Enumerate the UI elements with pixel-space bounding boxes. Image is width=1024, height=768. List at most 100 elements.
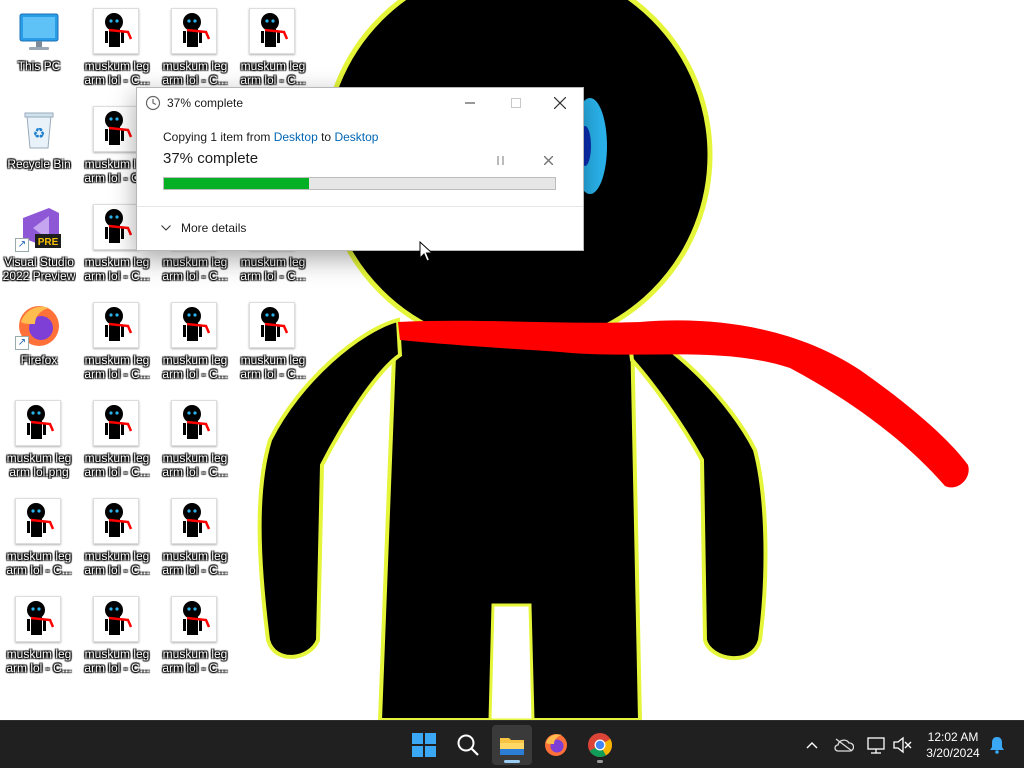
image-thumbnail: [171, 8, 219, 56]
desktop-icon-image-file[interactable]: muskum leg arm lol.png: [2, 396, 76, 486]
file-explorer-button[interactable]: [492, 725, 532, 765]
maximize-icon: [511, 98, 521, 108]
image-thumbnail-preview: [93, 498, 139, 544]
progress-status: 37% complete: [163, 150, 259, 167]
desktop-icon-label: muskum leg arm lol - C...: [162, 647, 228, 675]
image-thumbnail-preview: [93, 302, 139, 348]
image-thumbnail: [15, 596, 63, 644]
desktop-icon-label: This PC: [17, 59, 61, 73]
desktop-icon-image-file[interactable]: muskum leg arm lol - C...: [80, 592, 154, 682]
desktop-icon-image-file[interactable]: muskum leg arm lol - C...: [80, 4, 154, 94]
clock-time: 12:02 AM: [927, 730, 979, 744]
desktop-icon-visual-studio[interactable]: PRE ↗ Visual Studio 2022 Preview: [2, 200, 76, 290]
image-thumbnail: [93, 204, 141, 252]
image-thumbnail-preview: [93, 596, 139, 642]
image-thumbnail: [249, 302, 297, 350]
image-thumbnail: [93, 302, 141, 350]
desktop-icon-firefox[interactable]: ↗ Firefox: [2, 298, 76, 388]
desktop-icon-image-file[interactable]: muskum leg arm lol - C...: [158, 298, 232, 388]
show-hidden-icons-button[interactable]: [800, 733, 824, 757]
taskbar-clock[interactable]: 12:02 AM 3/20/2024: [918, 729, 988, 761]
file-explorer-icon: [500, 738, 524, 755]
image-thumbnail-preview: [171, 8, 217, 54]
desktop-icon-label: muskum leg arm lol - C...: [6, 549, 72, 577]
image-thumbnail: [15, 498, 63, 546]
divider: [137, 206, 583, 207]
mouse-cursor-icon: [419, 241, 433, 262]
image-thumbnail: [93, 596, 141, 644]
image-thumbnail: [93, 106, 141, 154]
notifications-button[interactable]: [985, 733, 1009, 757]
progress-bar-fill: [164, 178, 309, 189]
desktop-icon-recycle-bin[interactable]: ♻ Recycle Bin: [2, 102, 76, 192]
desktop-icon-label: Visual Studio 2022 Preview: [2, 255, 76, 283]
destination-link[interactable]: Desktop: [334, 130, 378, 144]
desktop-icon-label: muskum leg arm lol.png: [6, 451, 72, 479]
desktop-icon-image-file[interactable]: muskum leg arm lol - C...: [158, 4, 232, 94]
desktop-icon-image-file[interactable]: muskum leg arm lol - C...: [158, 592, 232, 682]
network-button[interactable]: [864, 733, 888, 757]
maximize-button[interactable]: [493, 88, 539, 118]
volume-button[interactable]: [890, 733, 914, 757]
desktop-icon-label: muskum leg arm lol - C...: [162, 451, 228, 479]
network-icon: [867, 737, 885, 754]
chrome-taskbar-button[interactable]: [580, 725, 620, 765]
minimize-button[interactable]: [447, 88, 493, 118]
cancel-button[interactable]: [539, 152, 557, 168]
desktop-icon-label: muskum leg arm lol - C...: [84, 353, 150, 381]
image-thumbnail: [249, 8, 297, 56]
desktop-icon-label: muskum leg arm lol - C...: [240, 59, 306, 87]
desktop-icon-label: muskum leg arm lol - C...: [162, 59, 228, 87]
desktop-icon-image-file[interactable]: muskum leg arm lol - C...: [158, 396, 232, 486]
dialog-titlebar[interactable]: 37% complete: [137, 88, 583, 118]
image-thumbnail: [171, 596, 219, 644]
image-thumbnail-preview: [171, 596, 217, 642]
desktop-icon-image-file[interactable]: muskum leg arm lol - C...: [2, 592, 76, 682]
image-thumbnail: [93, 400, 141, 448]
image-thumbnail: [171, 498, 219, 546]
image-thumbnail: [171, 400, 219, 448]
image-thumbnail-preview: [171, 400, 217, 446]
desktop-icon-label: muskum leg arm lol - C...: [84, 255, 150, 283]
desktop-icon-image-file[interactable]: muskum leg arm lol - C...: [80, 494, 154, 584]
chevron-down-icon: [161, 225, 171, 231]
onedrive-button[interactable]: [832, 733, 856, 757]
volume-muted-icon: [893, 736, 912, 754]
svg-text:♻: ♻: [33, 126, 46, 142]
desktop-icon-label: muskum leg arm lol - C...: [240, 255, 306, 283]
desktop-icon-label: Firefox: [20, 353, 58, 367]
running-indicator: [597, 760, 603, 763]
progress-bar: [163, 177, 556, 190]
desktop-icon-image-file[interactable]: muskum leg arm lol - C...: [80, 298, 154, 388]
copy-mid: to: [317, 130, 335, 144]
taskbar: 12:02 AM 3/20/2024: [0, 720, 1024, 768]
desktop-icon-image-file[interactable]: muskum leg arm lol - C...: [236, 298, 310, 388]
minimize-icon: [465, 102, 475, 104]
start-button[interactable]: [404, 725, 444, 765]
desktop-icon-label: muskum leg arm lol - C...: [162, 353, 228, 381]
image-thumbnail-preview: [249, 302, 295, 348]
desktop-icon-image-file[interactable]: muskum leg arm lol - C...: [158, 494, 232, 584]
desktop-icon-image-file[interactable]: muskum leg arm lol - C...: [236, 4, 310, 94]
computer-icon: [15, 8, 63, 56]
dialog-title: 37% complete: [167, 96, 244, 110]
desktop-icon-image-file[interactable]: muskum leg arm lol - C...: [80, 396, 154, 486]
active-indicator: [504, 760, 520, 763]
pause-button[interactable]: [492, 152, 510, 168]
image-thumbnail-preview: [93, 106, 139, 152]
more-details-toggle[interactable]: More details: [161, 221, 246, 235]
pre-badge: PRE: [38, 237, 59, 248]
desktop-icon-image-file[interactable]: muskum leg arm lol - C...: [2, 494, 76, 584]
chrome-icon: [588, 733, 612, 758]
source-link[interactable]: Desktop: [274, 130, 318, 144]
image-thumbnail: [15, 400, 63, 448]
desktop-icon-this-pc[interactable]: This PC: [2, 4, 76, 94]
firefox-taskbar-button[interactable]: [536, 725, 576, 765]
desktop-icon-label: muskum leg arm lol - C...: [162, 255, 228, 283]
close-button[interactable]: [537, 88, 583, 118]
desktop-icon-label: muskum leg arm lol - C...: [84, 59, 150, 87]
search-button[interactable]: [448, 725, 488, 765]
image-thumbnail-preview: [15, 498, 61, 544]
desktop-icon-label: muskum leg arm lol - C...: [162, 549, 228, 577]
image-thumbnail-preview: [249, 8, 295, 54]
